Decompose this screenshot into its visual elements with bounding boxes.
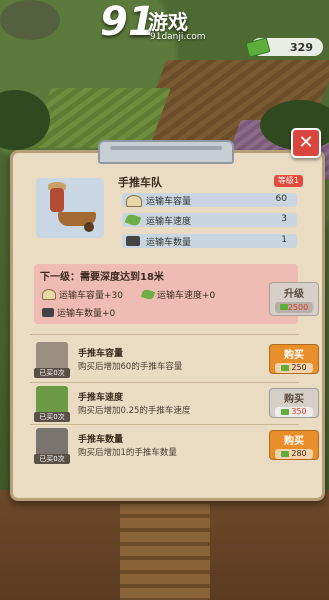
buy-capacity-button[interactable]: 购买 250 bbox=[269, 344, 319, 374]
panel-title: 手推车队 bbox=[118, 176, 162, 189]
stairs bbox=[120, 490, 210, 600]
divider bbox=[30, 382, 299, 383]
cart-icon bbox=[42, 308, 54, 317]
next-level-box: 下一级：需要深度达到18米 运输车容量+30 运输车速度+0 运输车数量+0 bbox=[34, 264, 298, 324]
shop-item-speed: 已买0次 手推车速度 购买后增加0.25的手推车速度 bbox=[34, 386, 298, 424]
cart-icon bbox=[36, 428, 68, 456]
leaf-speed-icon bbox=[36, 386, 68, 414]
leaf-speed-icon bbox=[140, 288, 156, 301]
money-counter: 329 bbox=[245, 36, 323, 58]
shop-item-count: 已买0次 手推车数量 购买后增加1的手推车数量 bbox=[34, 428, 298, 466]
leaf-speed-icon bbox=[124, 212, 142, 228]
clipboard-clip bbox=[98, 140, 234, 164]
wheelbarrow-worker-image bbox=[36, 178, 104, 238]
stat-capacity: 运输车容量 60 bbox=[122, 193, 297, 207]
stat-count: 运输车数量 1 bbox=[122, 234, 297, 248]
watermark-logo: 91 游戏 91danji.com bbox=[100, 0, 206, 45]
buy-speed-button[interactable]: 购买 350 bbox=[269, 388, 319, 418]
level-badge: 等级1 bbox=[273, 175, 303, 187]
ore-pile-icon bbox=[36, 342, 68, 370]
crop-field bbox=[29, 88, 171, 148]
cart-icon bbox=[126, 236, 140, 246]
ore-pile-icon bbox=[42, 289, 56, 300]
cash-icon bbox=[281, 409, 290, 415]
shop-item-capacity: 已买0次 手推车容量 购买后增加60的手推车容量 bbox=[34, 342, 298, 380]
ore-pile-icon bbox=[126, 195, 142, 207]
bonus-count: 运输车数量+0 bbox=[42, 306, 115, 319]
next-level-title: 下一级：需要深度达到18米 bbox=[40, 272, 164, 283]
divider bbox=[30, 424, 299, 425]
bonus-speed: 运输车速度+0 bbox=[140, 288, 215, 301]
close-button[interactable]: ✕ bbox=[291, 128, 321, 158]
stat-speed: 运输车速度 3 bbox=[122, 212, 297, 228]
cash-icon bbox=[281, 451, 290, 457]
bonus-capacity: 运输车容量+30 bbox=[42, 288, 123, 301]
upgrade-button[interactable]: 升级 2500 bbox=[269, 282, 319, 316]
divider bbox=[30, 334, 299, 335]
buy-count-button[interactable]: 购买 280 bbox=[269, 430, 319, 460]
cash-icon bbox=[279, 304, 288, 310]
cash-icon bbox=[281, 365, 290, 371]
money-value: 329 bbox=[290, 40, 313, 54]
